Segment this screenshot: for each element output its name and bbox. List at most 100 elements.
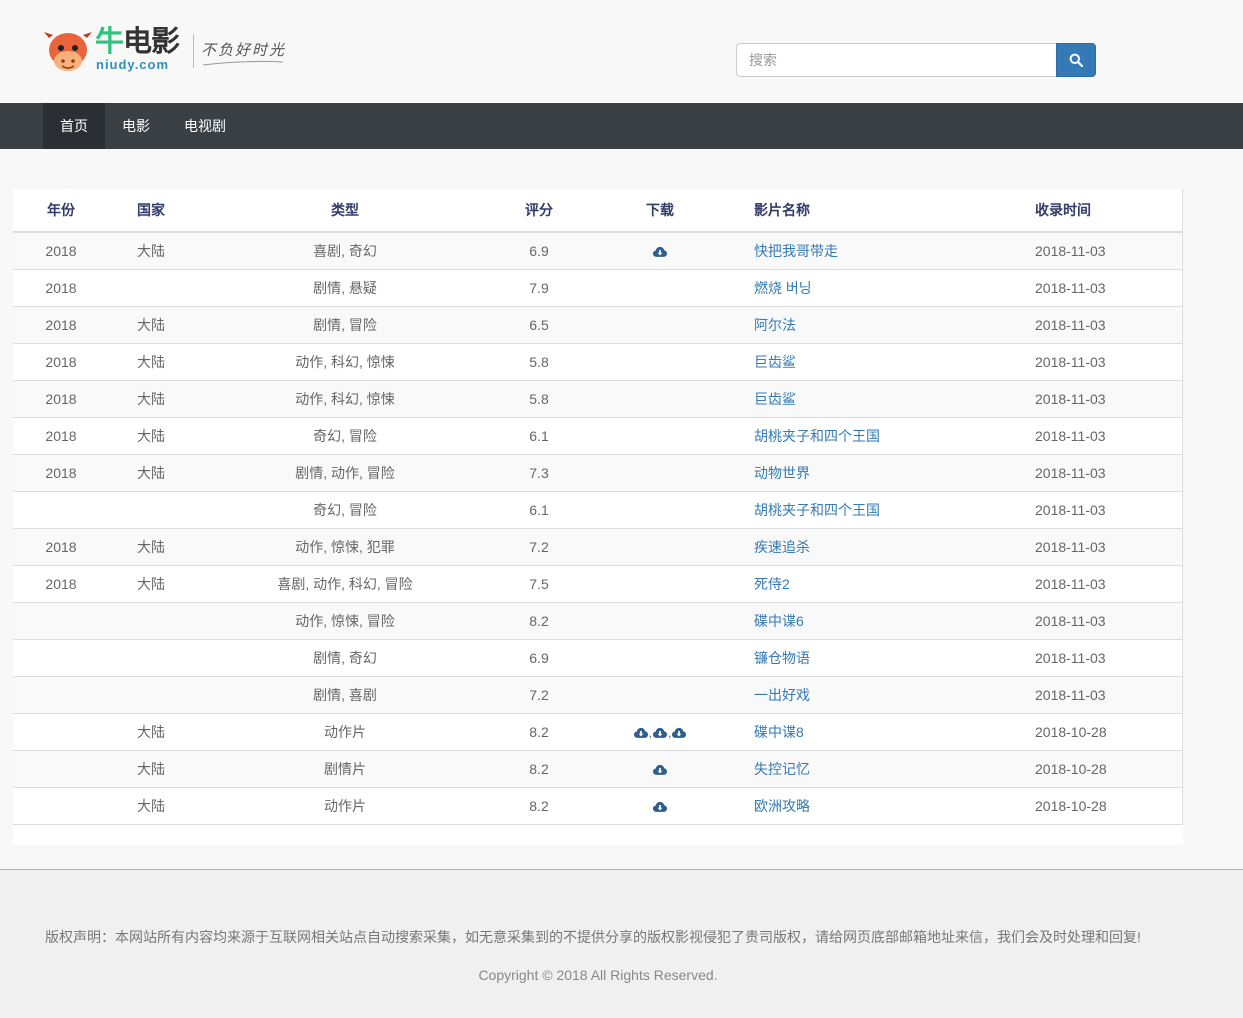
- cell-score: 6.9: [464, 639, 614, 677]
- download-link[interactable]: [653, 761, 667, 777]
- cell-year: 2018: [13, 417, 109, 455]
- download-link[interactable]: [633, 724, 648, 740]
- movie-title-link[interactable]: 疾速追杀: [754, 539, 810, 555]
- cell-year: [13, 787, 109, 825]
- download-link[interactable]: [653, 243, 667, 259]
- cell-type: 喜剧, 奇幻: [226, 231, 464, 270]
- cell-score: 6.1: [464, 491, 614, 529]
- cell-country: [109, 491, 226, 529]
- movie-table: 年份 国家 类型 评分 下载 影片名称 收录时间 2018 大陆 喜剧, 奇幻 6.9…: [13, 189, 1183, 825]
- table-row: 剧情, 奇幻 6.9 镰仓物语 2018-11-03: [13, 639, 1183, 677]
- cell-download: [614, 602, 706, 640]
- header-name[interactable]: 影片名称: [706, 189, 1035, 233]
- cell-download: [614, 417, 706, 455]
- cell-type: 喜剧, 动作, 科幻, 冒险: [226, 565, 464, 603]
- cell-country: [109, 676, 226, 714]
- cell-date: 2018-10-28: [1035, 787, 1183, 825]
- header-country[interactable]: 国家: [109, 189, 226, 233]
- nav-item[interactable]: 首页: [43, 103, 105, 149]
- search-input[interactable]: [736, 43, 1056, 77]
- movie-title-link[interactable]: 碟中谍8: [754, 724, 804, 740]
- cell-score: 7.3: [464, 454, 614, 492]
- cell-country: 大陆: [109, 231, 226, 270]
- movie-title-link[interactable]: 死侍2: [754, 576, 790, 592]
- header-type[interactable]: 类型: [226, 189, 464, 233]
- cell-download: [614, 750, 706, 788]
- site-logo[interactable]: 牛电影 niudy.com 不负好时光: [43, 26, 293, 78]
- cloud-download-icon: [672, 728, 687, 739]
- search-bar: [736, 43, 1096, 77]
- cell-year: 2018: [13, 528, 109, 566]
- cell-type: 动作片: [226, 787, 464, 825]
- cell-name: 死侍2: [706, 565, 1035, 603]
- cell-country: [109, 639, 226, 677]
- nav-item[interactable]: 电影: [105, 103, 167, 149]
- movie-title-link[interactable]: 巨齿鲨: [754, 354, 796, 370]
- download-link[interactable]: [653, 798, 667, 814]
- cell-type: 动作, 惊悚, 犯罪: [226, 528, 464, 566]
- cell-year: [13, 676, 109, 714]
- cell-score: 7.5: [464, 565, 614, 603]
- cell-date: 2018-11-03: [1035, 491, 1183, 529]
- movie-title-link[interactable]: 胡桃夹子和四个王国: [754, 428, 880, 444]
- site-footer: 版权声明：本网站所有内容均来源于互联网相关站点自动搜索采集，如无意采集到的不提供…: [0, 869, 1243, 1018]
- cow-mascot-icon: [44, 32, 92, 71]
- brand-name: 牛电影: [95, 25, 180, 59]
- cell-score: 7.9: [464, 269, 614, 307]
- cell-year: 2018: [13, 306, 109, 344]
- cell-download: [614, 306, 706, 344]
- download-separator: ,: [648, 726, 652, 740]
- movie-table-container: 年份 国家 类型 评分 下载 影片名称 收录时间 2018 大陆 喜剧, 奇幻 6.9…: [13, 189, 1183, 845]
- cell-country: 大陆: [109, 713, 226, 751]
- cell-score: 5.8: [464, 380, 614, 418]
- brand-slogan: 不负好时光: [201, 41, 287, 59]
- slogan-underline: [203, 60, 283, 66]
- copyright-notice: 版权声明：本网站所有内容均来源于互联网相关站点自动搜索采集，如无意采集到的不提供…: [45, 929, 1141, 945]
- header-year[interactable]: 年份: [13, 189, 109, 233]
- cell-name: 巨齿鲨: [706, 343, 1035, 381]
- movie-title-link[interactable]: 碟中谍6: [754, 613, 804, 629]
- movie-title-link[interactable]: 阿尔法: [754, 317, 796, 333]
- header-date[interactable]: 收录时间: [1035, 189, 1183, 233]
- cell-year: 2018: [13, 565, 109, 603]
- movie-title-link[interactable]: 失控记忆: [754, 761, 810, 777]
- table-row: 2018 大陆 奇幻, 冒险 6.1 胡桃夹子和四个王国 2018-11-03: [13, 417, 1183, 455]
- movie-title-link[interactable]: 巨齿鲨: [754, 391, 796, 407]
- download-link[interactable]: [672, 724, 687, 740]
- table-header-row: 年份 国家 类型 评分 下载 影片名称 收录时间: [13, 189, 1183, 233]
- movie-title-link[interactable]: 胡桃夹子和四个王国: [754, 502, 880, 518]
- header-download[interactable]: 下载: [614, 189, 706, 233]
- cell-year: 2018: [13, 231, 109, 270]
- cell-country: [109, 602, 226, 640]
- header-score[interactable]: 评分: [464, 189, 614, 233]
- cloud-download-icon: [653, 728, 667, 739]
- cell-name: 欧洲攻略: [706, 787, 1035, 825]
- cell-download: [614, 380, 706, 418]
- cell-country: 大陆: [109, 380, 226, 418]
- download-link[interactable]: [653, 724, 667, 740]
- cell-country: 大陆: [109, 565, 226, 603]
- cell-download: [614, 269, 706, 307]
- cell-score: 5.8: [464, 343, 614, 381]
- movie-title-link[interactable]: 欧洲攻略: [754, 798, 810, 814]
- cell-download: [614, 231, 706, 270]
- cell-year: [13, 491, 109, 529]
- cloud-download-icon: [653, 802, 667, 813]
- cell-type: 动作, 惊悚, 冒险: [226, 602, 464, 640]
- cell-type: 剧情片: [226, 750, 464, 788]
- cell-score: 8.2: [464, 713, 614, 751]
- search-icon: [1069, 53, 1083, 67]
- cell-name: 燃烧 버닝: [706, 269, 1035, 307]
- movie-title-link[interactable]: 动物世界: [754, 465, 810, 481]
- table-row: 动作, 惊悚, 冒险 8.2 碟中谍6 2018-11-03: [13, 602, 1183, 640]
- cell-country: 大陆: [109, 454, 226, 492]
- movie-title-link[interactable]: 一出好戏: [754, 687, 810, 703]
- cell-date: 2018-11-03: [1035, 602, 1183, 640]
- cell-name: 巨齿鲨: [706, 380, 1035, 418]
- nav-item[interactable]: 电视剧: [167, 103, 243, 149]
- movie-title-link[interactable]: 镰仓物语: [754, 650, 810, 666]
- movie-title-link[interactable]: 燃烧 버닝: [754, 280, 812, 296]
- search-button[interactable]: [1056, 43, 1096, 77]
- movie-title-link[interactable]: 快把我哥带走: [754, 243, 838, 259]
- cell-download: [614, 528, 706, 566]
